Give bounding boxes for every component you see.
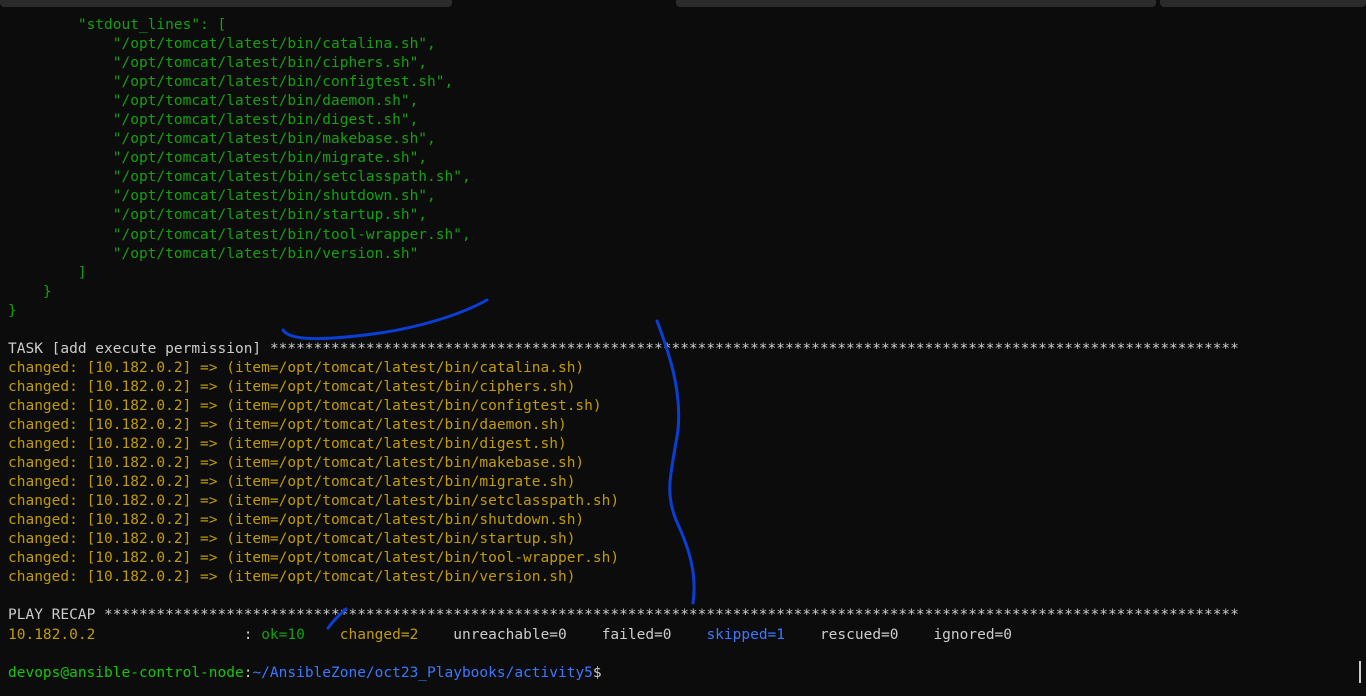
task-result-line: changed: [10.182.0.2] => (item=/opt/tomc… [8,416,567,433]
json-item: "/opt/tomcat/latest/bin/ciphers.sh", [8,55,428,72]
json-item: "/opt/tomcat/latest/bin/tool-wrapper.sh"… [8,226,471,243]
task-result-line: changed: [10.182.0.2] => (item=/opt/tomc… [8,378,576,395]
recap-host: 10.182.0.2 [8,626,96,643]
task-result-line: changed: [10.182.0.2] => (item=/opt/tomc… [8,531,576,548]
task-result-line: changed: [10.182.0.2] => (item=/opt/tomc… [8,474,576,491]
json-key-line: "stdout_lines": [ [8,17,227,33]
terminal-tab[interactable] [676,0,1156,7]
task-result-line: changed: [10.182.0.2] => (item=/opt/tomc… [8,455,585,472]
json-item: "/opt/tomcat/latest/bin/migrate.sh", [8,150,428,167]
terminal-tab-strip [0,0,1366,8]
play-recap-row: 10.182.0.2 : ok=10 changed=2 unreachable… [8,626,1358,645]
recap-unreachable: unreachable=0 [453,626,567,643]
recap-rescued: rescued=0 [819,626,899,643]
json-item: "/opt/tomcat/latest/bin/makebase.sh", [8,131,436,148]
recap-separator: : [95,626,262,643]
terminal-tab[interactable] [0,0,452,7]
json-close-bracket: ] [8,264,87,281]
json-close-outer: } [8,302,17,319]
shell-prompt[interactable]: devops@ansible-control-node:~/AnsibleZon… [8,664,1358,683]
task-result-line: changed: [10.182.0.2] => (item=/opt/tomc… [8,550,620,567]
json-item: "/opt/tomcat/latest/bin/shutdown.sh", [8,188,436,205]
json-item: "/opt/tomcat/latest/bin/digest.sh", [8,112,419,129]
json-item: "/opt/tomcat/latest/bin/startup.sh", [8,207,428,224]
recap-skipped: skipped=1 [706,626,786,643]
terminal-tab[interactable] [1160,0,1366,7]
recap-changed: changed=2 [339,626,419,643]
json-item: "/opt/tomcat/latest/bin/setclasspath.sh"… [8,169,471,186]
task-result-line: changed: [10.182.0.2] => (item=/opt/tomc… [8,493,620,510]
json-close-inner: } [8,283,52,300]
json-item: "/opt/tomcat/latest/bin/version.sh" [8,245,419,262]
text-cursor [1359,661,1361,683]
prompt-user-host: devops@ansible-control-node [8,664,244,681]
task-header: TASK [add execute permission] **********… [8,340,1239,357]
task-result-line: changed: [10.182.0.2] => (item=/opt/tomc… [8,397,602,414]
recap-ok: ok=10 [261,626,305,643]
terminal-output[interactable]: "stdout_lines": [ "/opt/tomcat/latest/bi… [8,16,1358,683]
json-item: "/opt/tomcat/latest/bin/configtest.sh", [8,74,454,91]
task-result-line: changed: [10.182.0.2] => (item=/opt/tomc… [8,512,585,529]
prompt-path: ~/AnsibleZone/oct23_Playbooks/activity5 [252,664,593,681]
recap-ignored: ignored=0 [933,626,1013,643]
task-result-line: changed: [10.182.0.2] => (item=/opt/tomc… [8,359,585,376]
prompt-symbol: $ [592,664,602,681]
json-item: "/opt/tomcat/latest/bin/daemon.sh", [8,93,419,110]
task-result-line: changed: [10.182.0.2] => (item=/opt/tomc… [8,436,567,453]
json-item: "/opt/tomcat/latest/bin/catalina.sh", [8,36,436,53]
task-result-line: changed: [10.182.0.2] => (item=/opt/tomc… [8,569,576,586]
recap-failed: failed=0 [601,626,672,643]
play-recap-header: PLAY RECAP *****************************… [8,607,1239,624]
